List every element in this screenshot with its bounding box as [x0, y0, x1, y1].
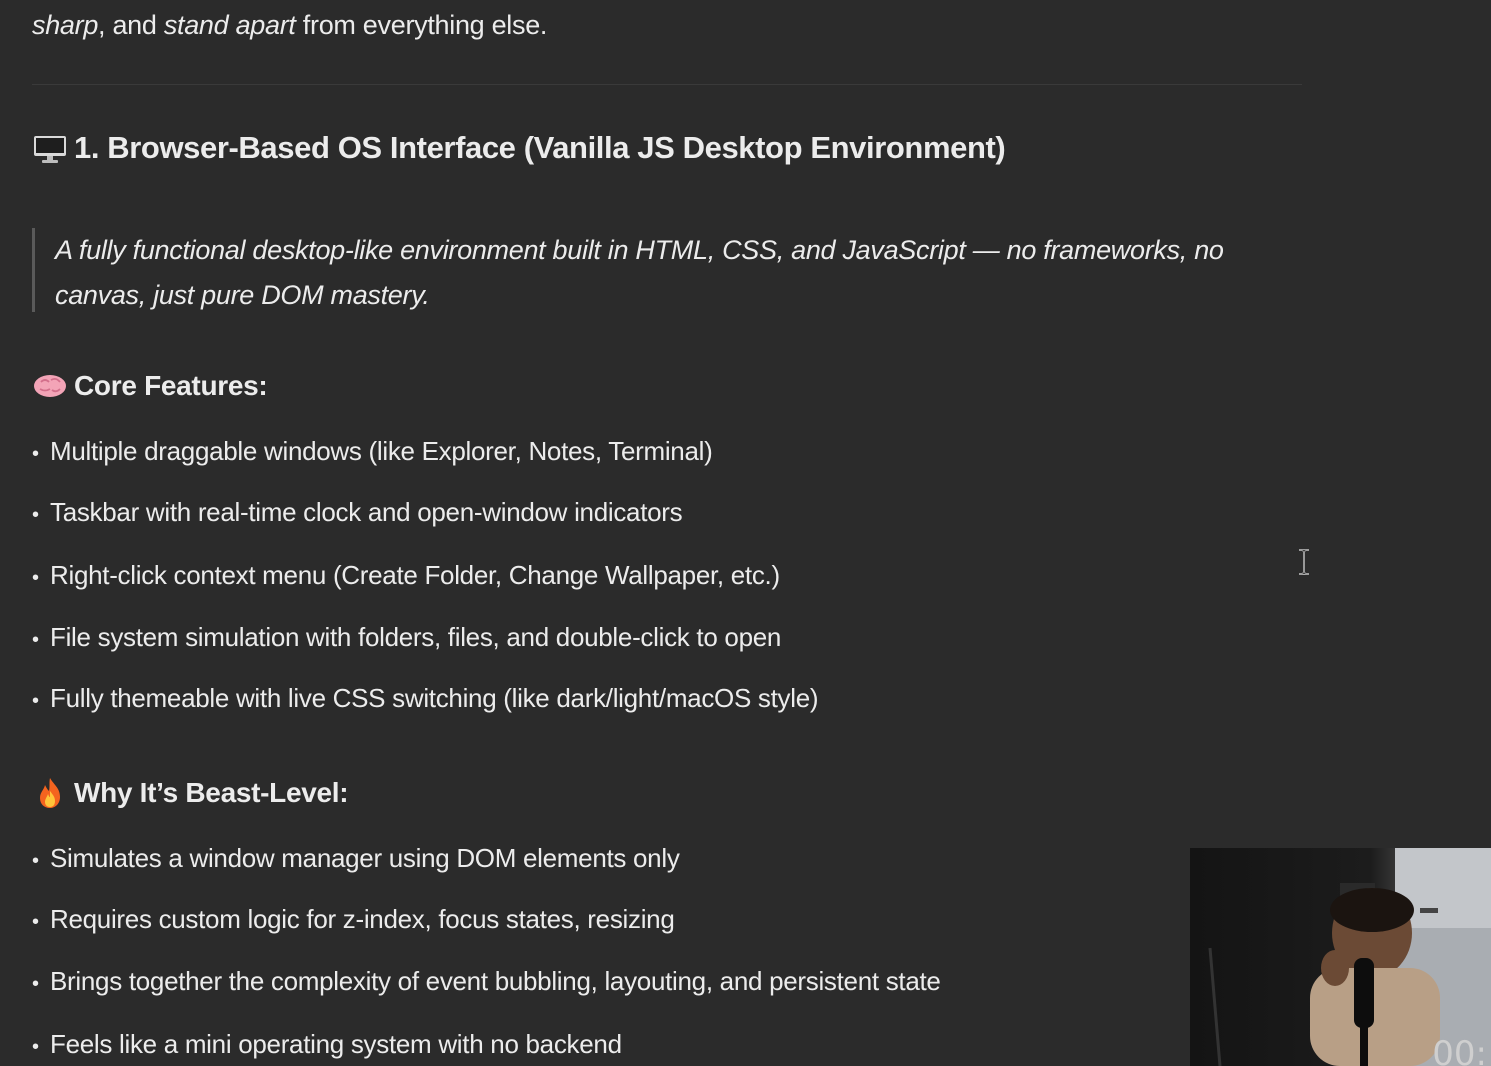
- why-heading: Why It’s Beast-Level:: [32, 775, 349, 811]
- list-item: • File system simulation with folders, fi…: [32, 622, 781, 653]
- list-item: • Taskbar with real-time clock and open-w…: [32, 497, 683, 528]
- list-item-text: Requires custom logic for z-index, focus…: [50, 904, 675, 934]
- section-quote: A fully functional desktop-like environm…: [32, 228, 1295, 312]
- list-item: • Requires custom logic for z-index, focu…: [32, 904, 675, 935]
- list-item-text: Fully themeable with live CSS switching …: [50, 683, 819, 713]
- list-item: • Right-click context menu (Create Folder…: [32, 560, 780, 591]
- document-view: sharp, and stand apart from everything e…: [0, 0, 1491, 1066]
- list-item-text: File system simulation with folders, fil…: [50, 622, 782, 652]
- bullet-marker: •: [32, 504, 39, 526]
- list-item: • Multiple draggable windows (like Explor…: [32, 436, 713, 467]
- intro-ending: from everything else.: [295, 10, 548, 40]
- intro-line: sharp, and stand apart from everything e…: [32, 10, 547, 41]
- bullet-marker: •: [32, 850, 39, 872]
- list-item-text: Taskbar with real-time clock and open-wi…: [50, 497, 683, 527]
- section-divider: [32, 84, 1302, 85]
- text-cursor-icon: [1296, 548, 1312, 576]
- core-features-heading-text: Core Features:: [74, 370, 268, 401]
- section-heading: 1. Browser-Based OS Interface (Vanilla J…: [32, 130, 1006, 166]
- list-item-text: Multiple draggable windows (like Explore…: [50, 436, 713, 466]
- bullet-marker: •: [32, 567, 39, 589]
- section-heading-text: 1. Browser-Based OS Interface (Vanilla J…: [74, 130, 1006, 165]
- list-item-text: Brings together the complexity of event …: [50, 966, 941, 996]
- bullet-marker: •: [32, 1036, 39, 1058]
- list-item: • Simulates a window manager using DOM el…: [32, 843, 680, 874]
- core-features-heading: Core Features:: [32, 368, 268, 404]
- list-item: • Brings together the complexity of event…: [32, 966, 941, 997]
- bullet-marker: •: [32, 690, 39, 712]
- bullet-marker: •: [32, 911, 39, 933]
- intro-connector: , and: [98, 10, 164, 40]
- brain-icon: [32, 368, 68, 404]
- list-item: • Feels like a mini operating system with…: [32, 1029, 622, 1060]
- intro-emphasis-stand-apart: stand apart: [163, 10, 296, 40]
- why-heading-text: Why It’s Beast-Level:: [74, 777, 349, 808]
- webcam-timer: 00:: [1432, 1034, 1487, 1066]
- list-item-text: Right-click context menu (Create Folder,…: [50, 560, 780, 590]
- bullet-marker: •: [32, 629, 39, 651]
- list-item-text: Feels like a mini operating system with …: [50, 1029, 622, 1059]
- list-item: • Fully themeable with live CSS switching…: [32, 683, 819, 714]
- desktop-computer-icon: [32, 130, 68, 166]
- intro-emphasis-sharp: sharp: [32, 10, 99, 40]
- section-quote-text: A fully functional desktop-like environm…: [55, 235, 1224, 310]
- bullet-marker: •: [32, 443, 39, 465]
- webcam-overlay: 00:: [1190, 848, 1491, 1066]
- fire-icon: [32, 775, 68, 811]
- bullet-marker: •: [32, 973, 39, 995]
- list-item-text: Simulates a window manager using DOM ele…: [50, 843, 680, 873]
